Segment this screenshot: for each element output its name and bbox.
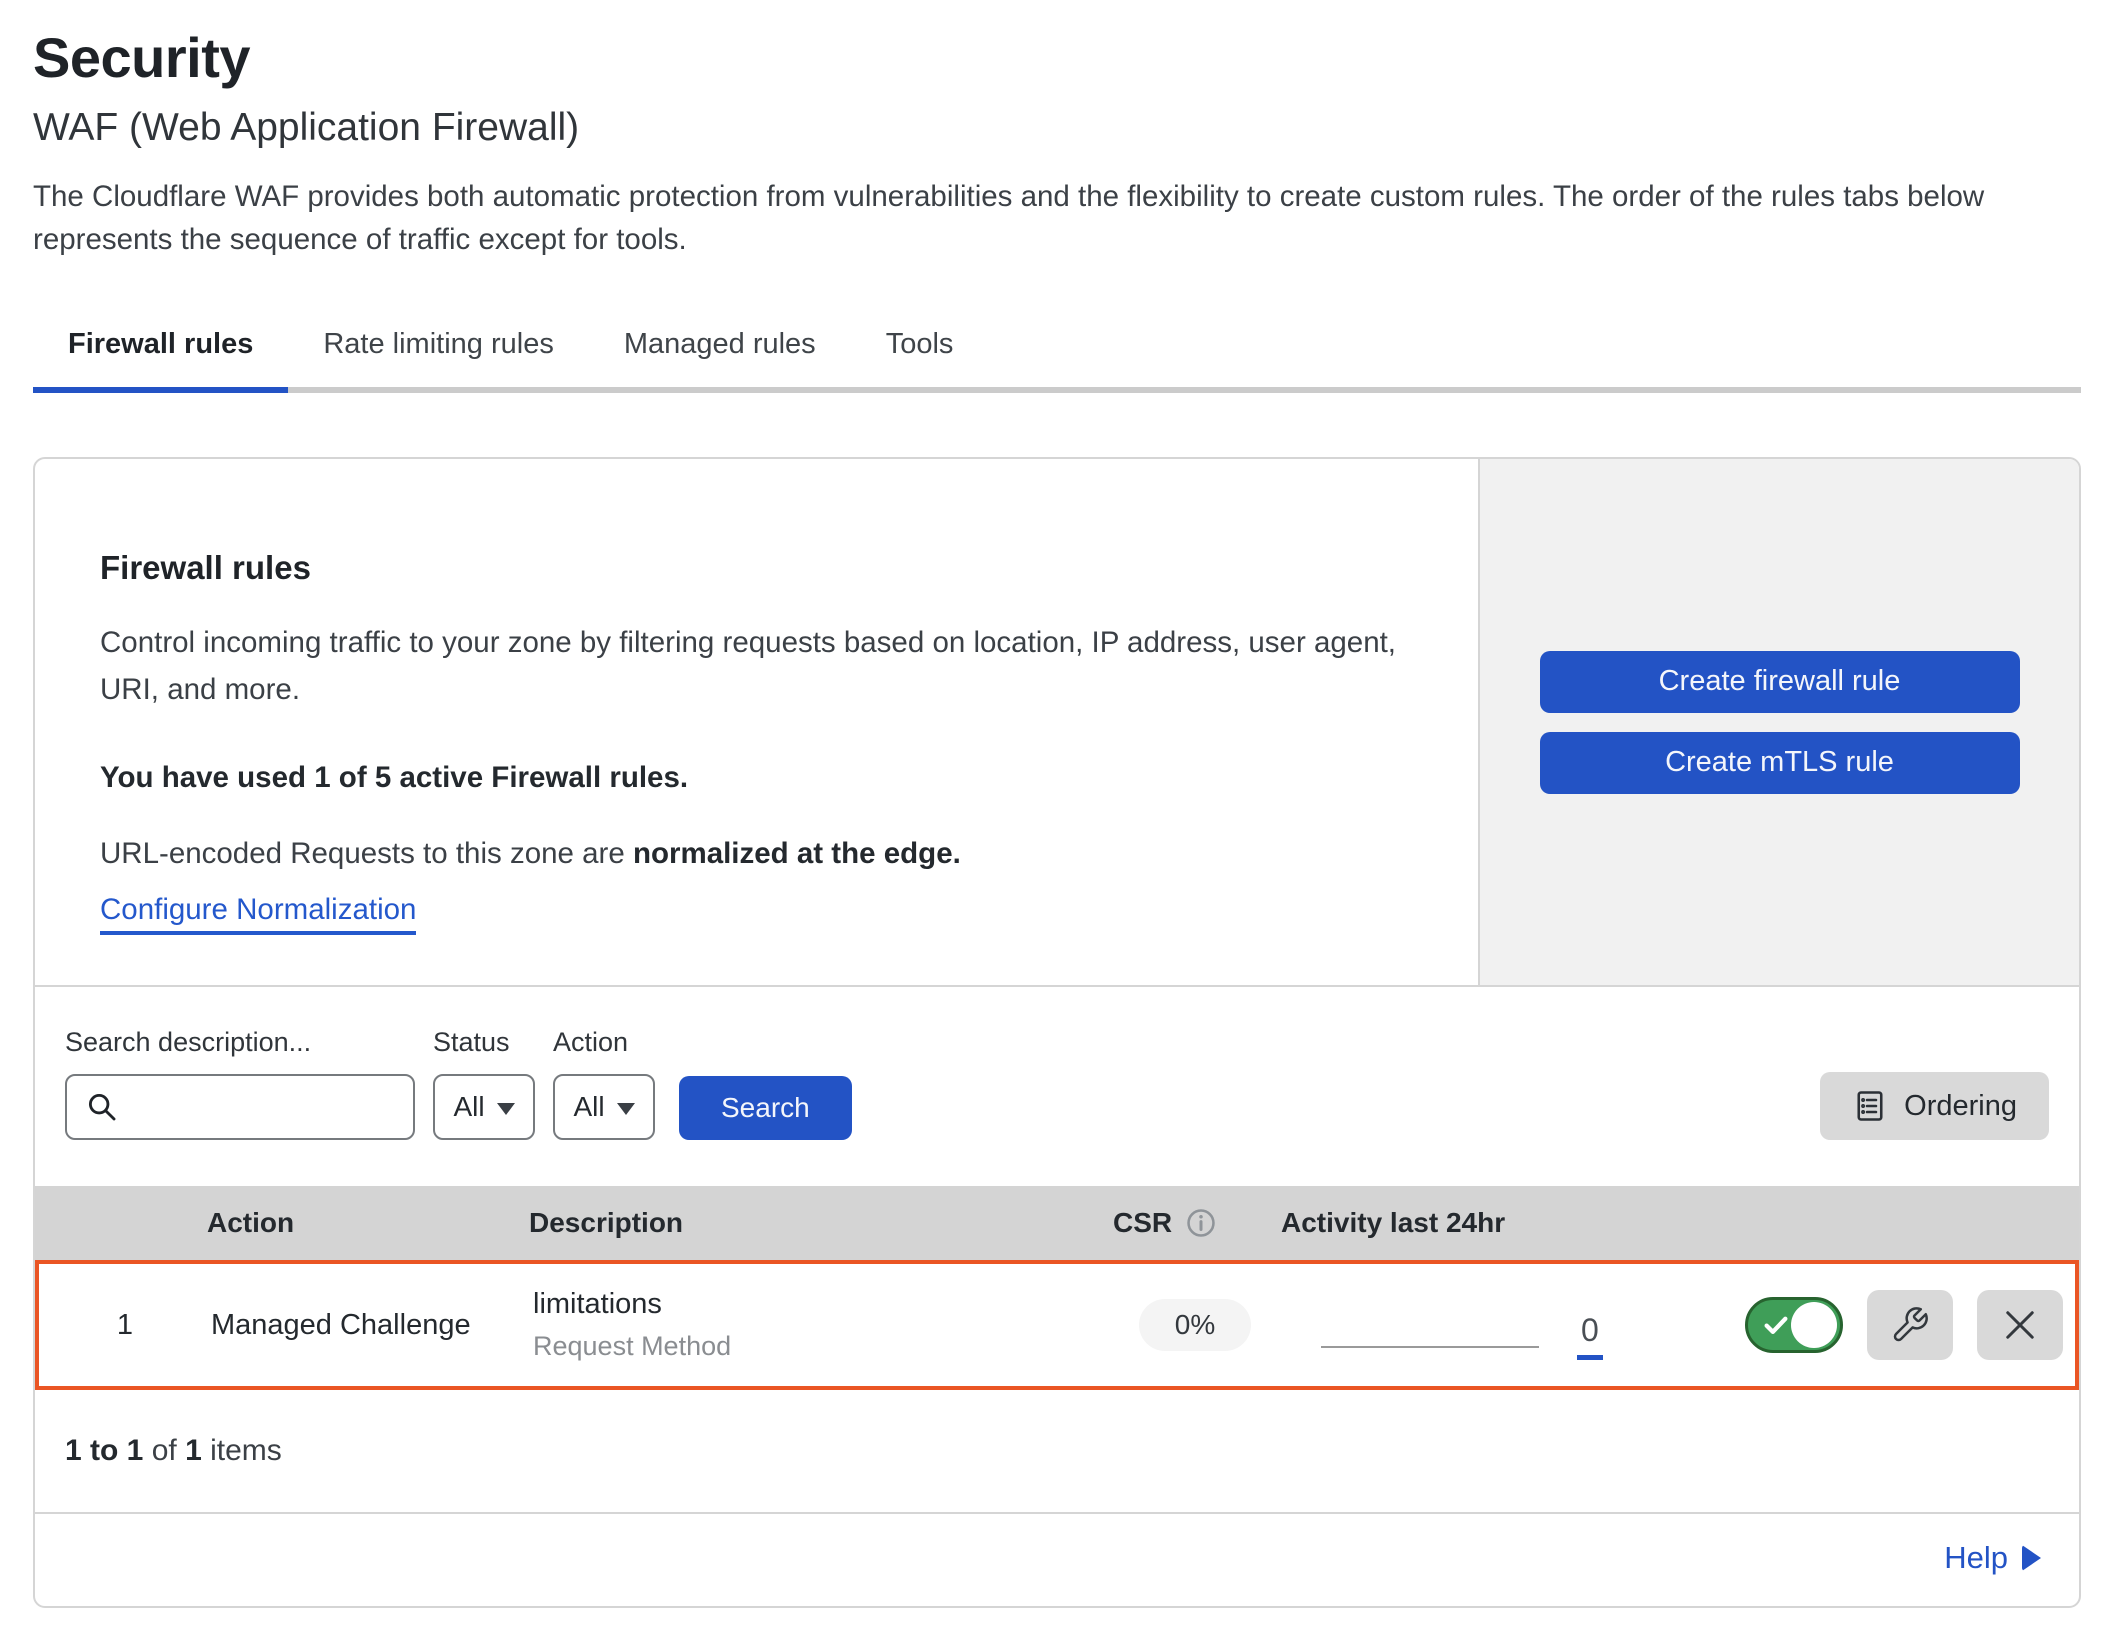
status-filter-value: All — [453, 1091, 484, 1123]
info-icon[interactable] — [1184, 1206, 1218, 1240]
help-link[interactable]: Help — [1944, 1540, 2008, 1576]
firewall-rules-card: Firewall rules Control incoming traffic … — [33, 457, 2081, 1608]
configure-normalization-link[interactable]: Configure Normalization — [100, 893, 416, 935]
rules-tab-bar: Firewall rules Rate limiting rules Manag… — [33, 328, 2081, 393]
action-filter-select[interactable]: All — [553, 1074, 655, 1140]
status-filter-select[interactable]: All — [433, 1074, 535, 1140]
tab-rate-limiting-rules[interactable]: Rate limiting rules — [288, 328, 588, 393]
pagination-items: items — [210, 1434, 282, 1467]
pagination-summary: 1 to 1 of 1 items — [35, 1390, 2079, 1514]
pagination-total: 1 — [185, 1434, 202, 1467]
usage-summary: You have used 1 of 5 active Firewall rul… — [100, 761, 1418, 795]
rule-controls — [1745, 1290, 2081, 1360]
activity-count-link[interactable]: 0 — [1577, 1312, 1603, 1360]
pagination-range: 1 to 1 — [65, 1434, 143, 1467]
firewall-rules-summary-section: Firewall rules Control incoming traffic … — [35, 459, 2079, 987]
chevron-down-icon — [617, 1103, 635, 1115]
action-filter-group: Action All — [553, 1027, 655, 1140]
search-input[interactable] — [129, 1091, 399, 1124]
rule-description: limitations — [533, 1288, 1105, 1321]
wrench-icon — [1890, 1305, 1930, 1345]
security-waf-page: Security WAF (Web Application Firewall) … — [0, 0, 2114, 1608]
rules-table-header: Action Description CSR Activity last 24h… — [35, 1186, 2079, 1260]
pagination-of: of — [152, 1434, 177, 1467]
status-filter-group: Status All — [433, 1027, 535, 1140]
rule-priority-number: 1 — [39, 1309, 211, 1342]
rule-expression-summary: Request Method — [533, 1331, 1105, 1362]
rule-action: Managed Challenge — [211, 1309, 533, 1342]
status-filter-label: Status — [433, 1027, 535, 1058]
firewall-rules-summary-text: Firewall rules Control incoming traffic … — [35, 459, 1478, 985]
search-description-group: Search description... — [65, 1027, 415, 1140]
header-description: Description — [529, 1207, 1101, 1239]
rule-description-cell: limitations Request Method — [533, 1288, 1105, 1362]
section-heading: Firewall rules — [100, 549, 1418, 587]
search-input-box[interactable] — [65, 1074, 415, 1140]
rule-csr-cell: 0% — [1105, 1299, 1285, 1351]
search-button[interactable]: Search — [679, 1076, 852, 1140]
normalization-note-bold: normalized at the edge. — [633, 837, 961, 870]
firewall-rule-row[interactable]: 1 Managed Challenge limitations Request … — [35, 1260, 2079, 1390]
chevron-down-icon — [497, 1103, 515, 1115]
section-description: Control incoming traffic to your zone by… — [100, 619, 1400, 713]
search-description-label: Search description... — [65, 1027, 415, 1058]
rule-activity-cell: 0 — [1285, 1264, 1745, 1386]
search-icon — [85, 1090, 119, 1124]
header-action: Action — [207, 1207, 529, 1239]
page-description: The Cloudflare WAF provides both automat… — [33, 176, 2063, 262]
arrow-right-icon — [2022, 1545, 2041, 1571]
action-filter-value: All — [573, 1091, 604, 1123]
rule-enabled-toggle[interactable] — [1745, 1297, 1843, 1353]
header-csr-label: CSR — [1113, 1207, 1172, 1239]
tab-tools[interactable]: Tools — [851, 328, 989, 393]
rules-filter-bar: Search description... Status All — [35, 987, 2079, 1186]
create-firewall-rule-button[interactable]: Create firewall rule — [1540, 651, 2020, 713]
normalization-note-text: URL-encoded Requests to this zone are — [100, 837, 633, 870]
ordering-button-label: Ordering — [1904, 1090, 2017, 1123]
edit-rule-button[interactable] — [1867, 1290, 1953, 1360]
action-filter-label: Action — [553, 1027, 655, 1058]
check-icon — [1761, 1310, 1791, 1340]
create-mtls-rule-button[interactable]: Create mTLS rule — [1540, 732, 2020, 794]
tab-firewall-rules[interactable]: Firewall rules — [33, 328, 288, 393]
ordering-button[interactable]: Ordering — [1820, 1072, 2049, 1140]
close-icon — [1999, 1304, 2041, 1346]
tab-managed-rules[interactable]: Managed rules — [589, 328, 851, 393]
csr-badge: 0% — [1139, 1299, 1251, 1351]
delete-rule-button[interactable] — [1977, 1290, 2063, 1360]
page-subtitle: WAF (Web Application Firewall) — [33, 106, 2084, 150]
activity-sparkline — [1321, 1346, 1539, 1348]
header-csr: CSR — [1101, 1206, 1281, 1240]
list-document-icon — [1852, 1088, 1888, 1124]
toggle-knob — [1791, 1302, 1837, 1348]
normalization-note: URL-encoded Requests to this zone are no… — [100, 837, 1418, 871]
page-title: Security — [33, 26, 2084, 90]
header-activity: Activity last 24hr — [1281, 1207, 1741, 1239]
create-rule-panel: Create firewall rule Create mTLS rule — [1478, 459, 2079, 985]
card-footer: Help — [35, 1514, 2079, 1606]
